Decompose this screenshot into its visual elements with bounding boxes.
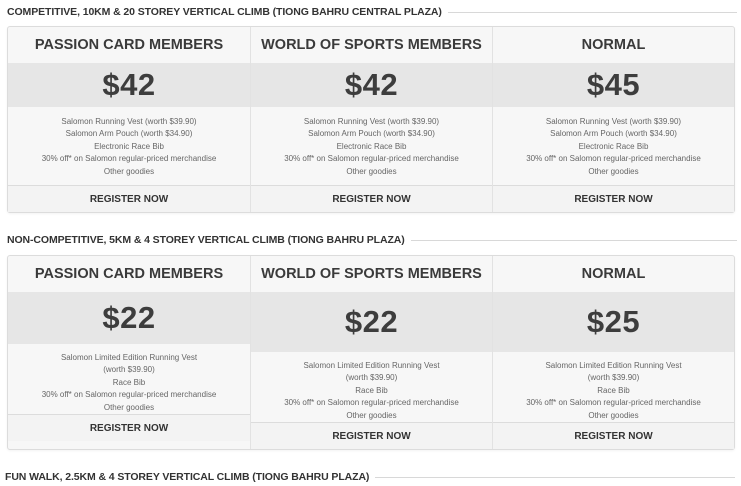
section-heading-non-competitive: NON-COMPETITIVE, 5KM & 4 STOREY VERTICAL… <box>7 233 737 247</box>
register-now-button[interactable]: REGISTER NOW <box>251 422 492 449</box>
feature-item: Salomon Arm Pouch (worth $34.90) <box>550 129 677 139</box>
pricing-table-competitive: PASSION CARD MEMBERS $42 Salomon Running… <box>7 26 735 213</box>
register-now-button[interactable]: REGISTER NOW <box>493 422 734 449</box>
feature-item: 30% off* on Salomon regular-priced merch… <box>41 154 217 164</box>
tier-price: $22 <box>251 292 492 352</box>
feature-item: Electronic Race Bib <box>336 141 407 151</box>
feature-item: Other goodies <box>346 410 397 420</box>
tier-name: WORLD OF SPORTS MEMBERS <box>261 266 482 282</box>
feature-item: Electronic Race Bib <box>578 141 649 151</box>
feature-item: Race Bib <box>355 385 388 395</box>
pricing-table-non-competitive: PASSION CARD MEMBERS $22 Salomon Limited… <box>7 255 735 450</box>
feature-item: Other goodies <box>346 166 397 176</box>
section-heading-text: FUN WALK, 2.5KM & 4 STOREY VERTICAL CLIM… <box>5 471 370 483</box>
tier-name: NORMAL <box>581 37 646 53</box>
tier-name: PASSION CARD MEMBERS <box>34 266 224 282</box>
section-heading-fun-walk: FUN WALK, 2.5KM & 4 STOREY VERTICAL CLIM… <box>5 470 735 484</box>
feature-item: Other goodies <box>588 410 639 420</box>
tier-price: $42 <box>8 63 250 107</box>
tier-name: NORMAL <box>581 266 646 282</box>
tier-price: $25 <box>493 292 734 352</box>
feature-list: Salomon Running Vest (worth $39.90) Salo… <box>493 107 734 178</box>
tier-price: $22 <box>8 292 250 344</box>
feature-item: Salomon Limited Edition Running Vest <box>545 361 682 370</box>
register-now-button[interactable]: REGISTER NOW <box>493 185 734 212</box>
pricing-column: NORMAL $25 Salomon Limited Edition Runni… <box>492 256 734 449</box>
feature-item: Other goodies <box>103 402 155 412</box>
feature-item: (worth $39.90) <box>587 373 640 383</box>
feature-item: (worth $39.90) <box>345 373 398 383</box>
feature-list: Salomon Running Vest (worth $39.90) Salo… <box>8 107 250 178</box>
section-heading-text: COMPETITIVE, 10KM & 20 STOREY VERTICAL C… <box>7 6 442 18</box>
section-heading-competitive: COMPETITIVE, 10KM & 20 STOREY VERTICAL C… <box>7 5 737 19</box>
section-heading-text: NON-COMPETITIVE, 5KM & 4 STOREY VERTICAL… <box>7 234 405 246</box>
pricing-column: NORMAL $45 Salomon Running Vest (worth $… <box>492 27 734 212</box>
feature-list: Salomon Limited Edition Running Vest (wo… <box>8 344 250 414</box>
register-now-button[interactable]: REGISTER NOW <box>251 185 492 212</box>
pricing-column: PASSION CARD MEMBERS $22 Salomon Limited… <box>8 256 250 449</box>
feature-item: Other goodies <box>588 166 639 176</box>
pricing-column: PASSION CARD MEMBERS $42 Salomon Running… <box>8 27 250 212</box>
feature-item: Other goodies <box>103 166 155 176</box>
feature-item: Race Bib <box>112 377 146 387</box>
feature-item: Salomon Limited Edition Running Vest <box>60 353 198 362</box>
feature-item: Electronic Race Bib <box>94 141 164 151</box>
tier-name: WORLD OF SPORTS MEMBERS <box>261 37 482 53</box>
tier-name: PASSION CARD MEMBERS <box>34 37 224 53</box>
feature-item: Salomon Limited Edition Running Vest <box>303 361 440 370</box>
feature-item: Race Bib <box>597 385 630 395</box>
feature-list: Salomon Limited Edition Running Vest (wo… <box>493 352 734 422</box>
register-now-button[interactable]: REGISTER NOW <box>8 185 250 212</box>
feature-list: Salomon Limited Edition Running Vest (wo… <box>251 352 492 422</box>
pricing-column: WORLD OF SPORTS MEMBERS $42 Salomon Runn… <box>250 27 492 212</box>
divider <box>410 239 737 241</box>
feature-item: 30% off* on Salomon regular-priced merch… <box>526 154 701 164</box>
feature-item: 30% off* on Salomon regular-priced merch… <box>284 398 459 408</box>
pricing-column: WORLD OF SPORTS MEMBERS $22 Salomon Limi… <box>250 256 492 449</box>
feature-item: Salomon Running Vest (worth $39.90) <box>545 117 682 126</box>
feature-item: (worth $39.90) <box>103 365 155 375</box>
feature-item: 30% off* on Salomon regular-priced merch… <box>41 390 217 400</box>
feature-list: Salomon Running Vest (worth $39.90) Salo… <box>251 107 492 178</box>
feature-item: Salomon Running Vest (worth $39.90) <box>61 117 197 126</box>
divider <box>447 11 737 13</box>
tier-price: $45 <box>493 63 734 107</box>
feature-item: Salomon Running Vest (worth $39.90) <box>303 117 440 126</box>
feature-item: Salomon Arm Pouch (worth $34.90) <box>308 129 435 139</box>
feature-item: Salomon Arm Pouch (worth $34.90) <box>65 129 193 139</box>
feature-item: 30% off* on Salomon regular-priced merch… <box>526 398 701 408</box>
feature-item: 30% off* on Salomon regular-priced merch… <box>284 154 459 164</box>
divider <box>375 476 735 478</box>
tier-price: $42 <box>251 63 492 107</box>
register-now-button[interactable]: REGISTER NOW <box>8 414 250 441</box>
